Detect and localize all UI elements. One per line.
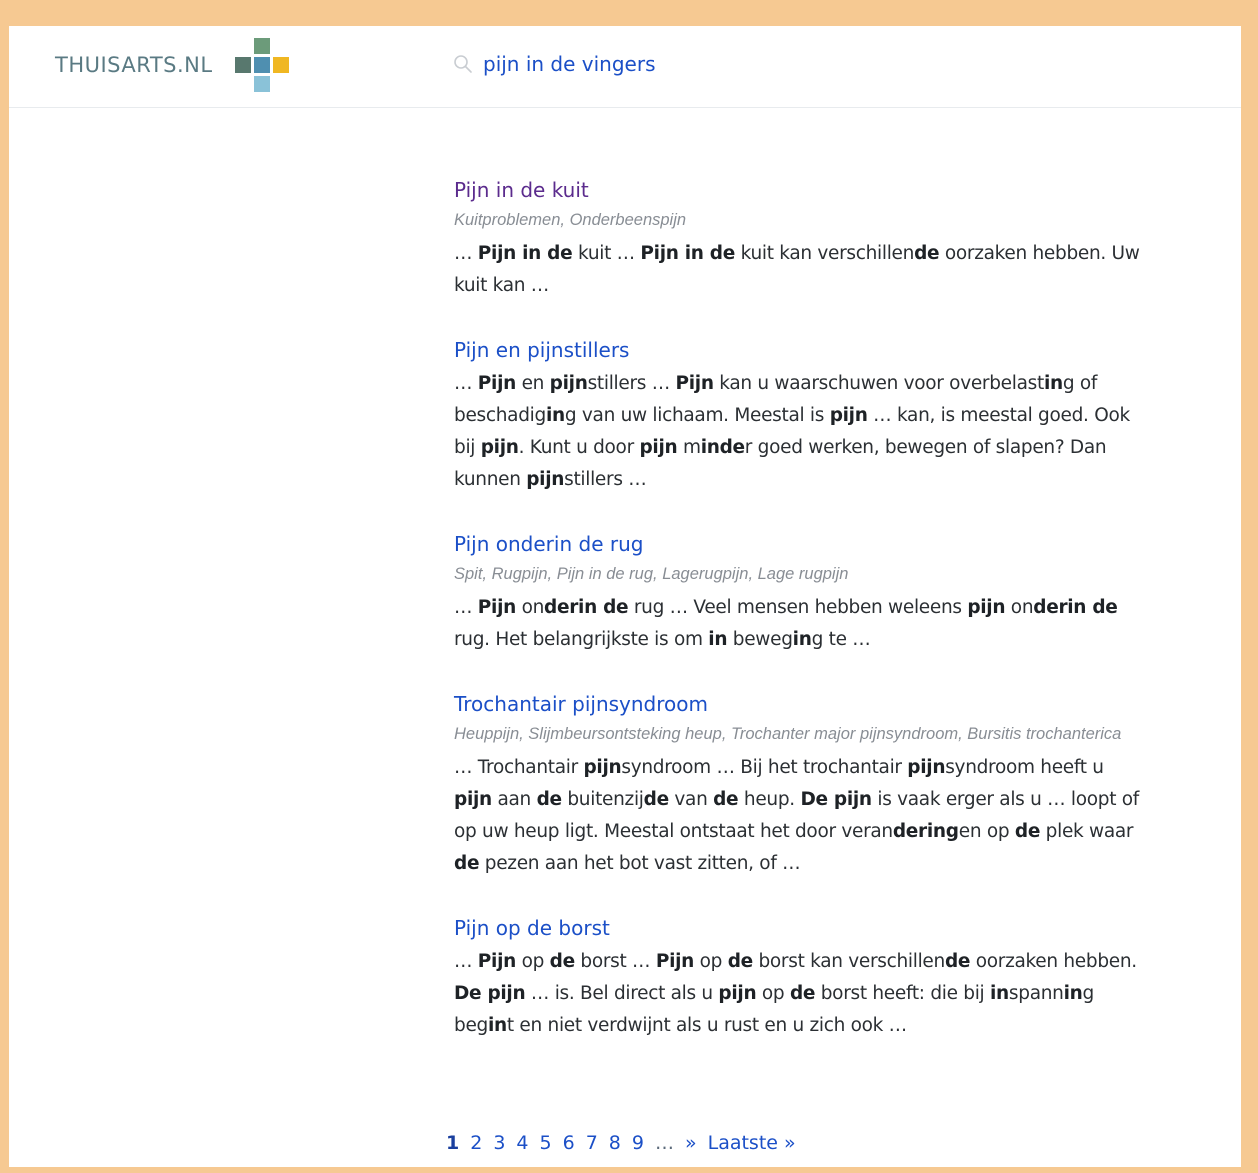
page-link-4[interactable]: 4: [516, 1132, 528, 1154]
result-item: Trochantair pijnsyndroom Heuppijn, Slijmb…: [454, 690, 1144, 880]
result-snippet: … Trochantair pijnsyndroom … Bij het tro…: [454, 757, 1139, 874]
result-title-link[interactable]: Pijn in de kuit: [454, 176, 589, 204]
page-link-7[interactable]: 7: [586, 1132, 598, 1154]
page-link-6[interactable]: 6: [563, 1132, 575, 1154]
result-item: Pijn in de kuit Kuitproblemen, Onderbeens…: [454, 176, 1144, 302]
search-bar: [453, 50, 953, 80]
result-snippet: … Pijn en pijnstillers … Pijn kan u waar…: [454, 373, 1130, 490]
page-link-9[interactable]: 9: [632, 1132, 644, 1154]
site-logo[interactable]: THUISARTS.NL: [55, 38, 295, 93]
search-icon: [454, 55, 472, 73]
page: THUISARTS.NL Pijn in de kuit Kuitprobleme…: [9, 26, 1241, 1167]
page-link-8[interactable]: 8: [609, 1132, 621, 1154]
result-item: Pijn op de borst … Pijn op de borst … Pij…: [454, 914, 1144, 1042]
result-snippet: … Pijn op de borst … Pijn op de borst ka…: [454, 951, 1137, 1036]
result-item: Pijn en pijnstillers … Pijn en pijnstille…: [454, 336, 1144, 496]
result-title-link[interactable]: Pijn op de borst: [454, 914, 610, 942]
page-link-5[interactable]: 5: [540, 1132, 552, 1154]
result-synonyms: Kuitproblemen, Onderbeenspijn: [454, 211, 687, 229]
logo-cross-icon: [235, 38, 289, 92]
page-link-2[interactable]: 2: [470, 1132, 482, 1154]
next-page-link[interactable]: »: [685, 1132, 697, 1154]
result-title-link[interactable]: Pijn onderin de rug: [454, 530, 643, 558]
last-page-link[interactable]: Laatste »: [708, 1132, 796, 1154]
page-link-3[interactable]: 3: [493, 1132, 505, 1154]
page-link-1[interactable]: 1: [446, 1132, 459, 1154]
result-title-link[interactable]: Trochantair pijnsyndroom: [454, 690, 708, 718]
result-snippet: … Pijn onderin de rug … Veel mensen hebb…: [454, 597, 1118, 650]
result-synonyms: Spit, Rugpijn, Pijn in de rug, Lagerugpi…: [454, 565, 849, 583]
search-input[interactable]: [483, 50, 943, 78]
pagination: 1 2 3 4 5 6 7 8 9 … » Laatste »: [446, 1132, 807, 1160]
result-synonyms: Heuppijn, Slijmbeursontsteking heup, Tro…: [454, 725, 1122, 743]
pagination-ellipsis: …: [654, 1132, 674, 1154]
result-item: Pijn onderin de rug Spit, Rugpijn, Pijn i…: [454, 530, 1144, 656]
search-results: Pijn in de kuit Kuitproblemen, Onderbeens…: [454, 176, 1144, 1076]
result-title-link[interactable]: Pijn en pijnstillers: [454, 336, 629, 364]
header: THUISARTS.NL: [9, 26, 1241, 108]
result-snippet: … Pijn in de kuit … Pijn in de kuit kan …: [454, 243, 1140, 296]
logo-text: THUISARTS.NL: [55, 53, 213, 77]
